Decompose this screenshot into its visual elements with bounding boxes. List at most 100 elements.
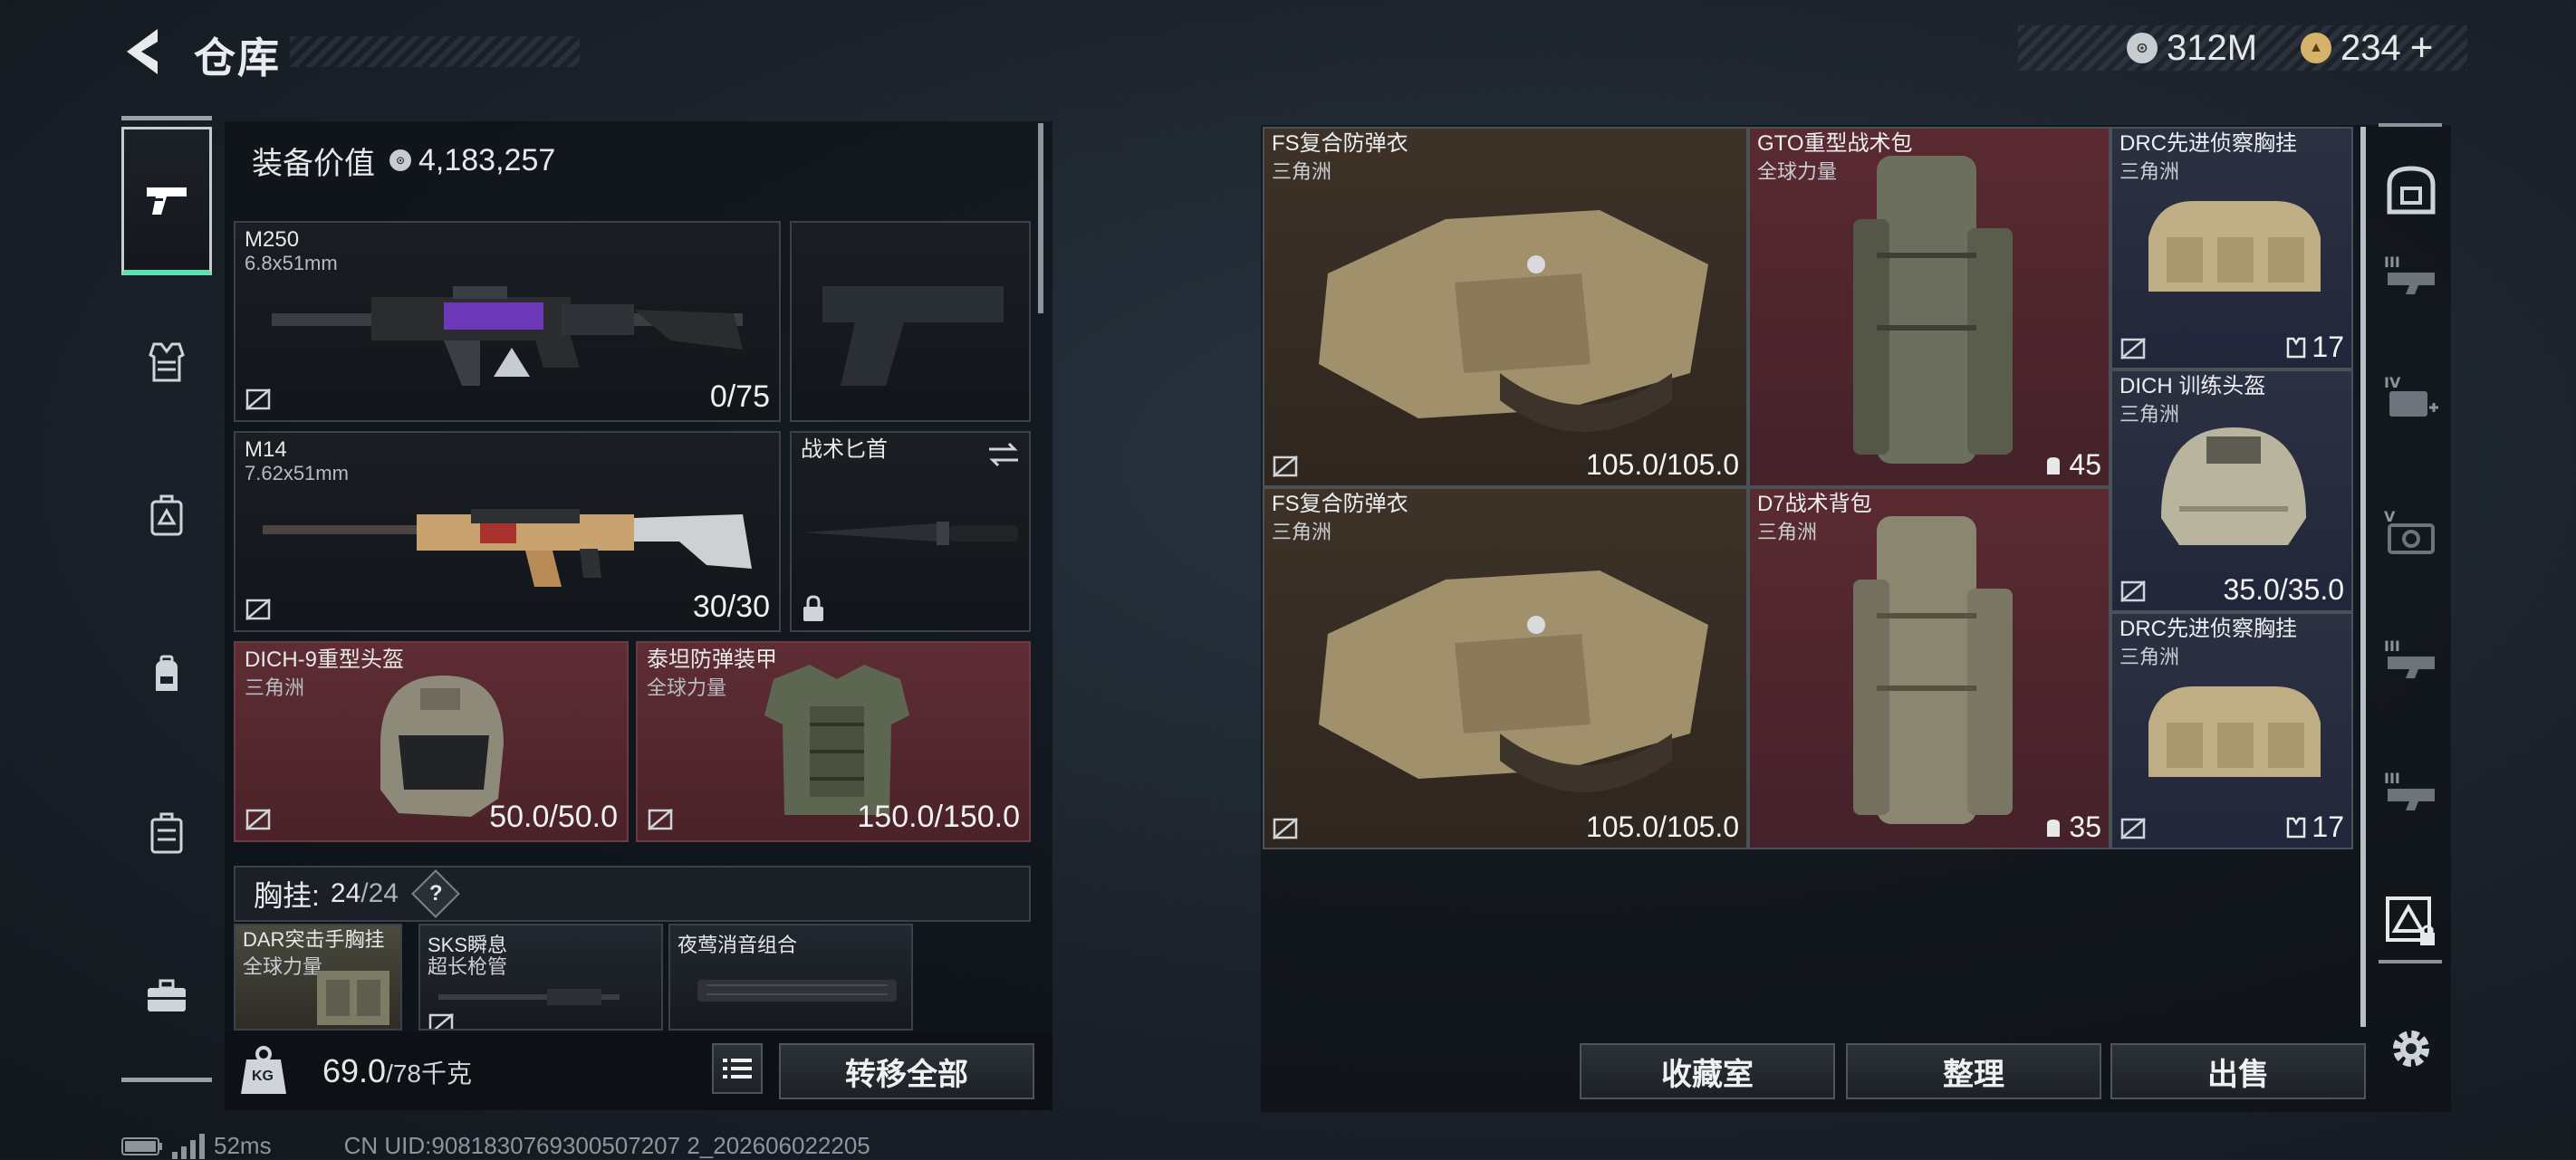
weapon-ammo: 0/75 — [709, 379, 770, 414]
loadout-scrollbar[interactable] — [1038, 123, 1043, 313]
organize-button[interactable]: 整理 — [1846, 1043, 2101, 1099]
no-insurance-icon — [648, 809, 673, 830]
storage-item[interactable]: DICH 训练头盔 三角洲 35.0/35.0 — [2110, 369, 2353, 612]
nav-locked-rack[interactable] — [2373, 884, 2449, 960]
item-slots: 17 — [2286, 810, 2344, 844]
drc-chest-rig-image — [2148, 201, 2321, 292]
help-icon[interactable]: ? — [411, 869, 460, 918]
rack-level-5-icon: V — [2384, 508, 2435, 554]
storage-item[interactable]: FS复合防弹衣 三角洲 105.0/105.0 — [1263, 487, 1748, 849]
chest-rig-label: 胸挂: — [254, 879, 320, 912]
storage-item[interactable]: DRC先进侦察胸挂 三角洲 17 — [2110, 612, 2353, 849]
svg-text:III: III — [2384, 770, 2400, 787]
currency-display: ⊙ 312M ▲ 234 + — [2018, 25, 2467, 71]
nav-toolbox[interactable] — [121, 924, 212, 1069]
nav-safe-box[interactable] — [2373, 152, 2449, 228]
rig-capacity-icon — [2287, 817, 2306, 838]
no-insurance-icon — [428, 1013, 454, 1029]
item-slots: 17 — [2286, 331, 2344, 364]
nav-rack-5[interactable]: V — [2373, 494, 2449, 570]
locked-rack-icon — [2386, 896, 2435, 945]
sell-button[interactable]: 出售 — [2110, 1043, 2366, 1099]
item-faction: 全球力量 — [1757, 160, 1838, 183]
primary-weapon-slot-1[interactable]: M250 6.8x51mm 0/75 — [234, 221, 781, 422]
item-name: DICH 训练头盔 — [2119, 374, 2266, 398]
swap-icon[interactable] — [987, 440, 1020, 469]
storage-item[interactable]: DRC先进侦察胸挂 三角洲 17 — [2110, 127, 2353, 369]
rack-level-4-icon: IV — [2384, 374, 2438, 417]
suppressor-combo-image — [697, 980, 897, 1002]
attachment-name: 夜莺消音组合 — [678, 934, 798, 956]
list-view-button[interactable] — [712, 1043, 763, 1094]
attachment-item[interactable]: SKS瞬息 超长枪管 — [418, 924, 663, 1031]
item-durability: 35.0/35.0 — [2223, 573, 2344, 606]
attachment-item[interactable]: DAR突击手胸挂 全球力量 — [234, 924, 402, 1031]
back-arrow-icon[interactable] — [121, 25, 163, 78]
svg-text:V: V — [2384, 508, 2396, 525]
armor-slot[interactable]: 泰坦防弹装甲 全球力量 150.0/150.0 — [636, 641, 1031, 842]
storage-item[interactable]: FS复合防弹衣 三角洲 105.0/105.0 — [1263, 127, 1748, 487]
left-nav-top-line — [121, 116, 212, 120]
weapon-ammo: 30/30 — [692, 590, 770, 624]
backpack-capacity-icon — [2047, 456, 2061, 475]
svg-text:III: III — [2384, 638, 2400, 655]
chest-rig-capacity: 胸挂: 24 /24 ? — [234, 866, 1031, 922]
weight-icon: KG — [239, 1043, 288, 1098]
no-insurance-icon — [2120, 338, 2146, 360]
pistol-icon — [147, 187, 187, 215]
storage-item[interactable]: D7战术背包 三角洲 35 — [1748, 487, 2110, 849]
sidearm-slot[interactable] — [790, 221, 1031, 422]
rack-level-3b-icon: III — [2384, 638, 2435, 678]
nav-rack-3[interactable]: III — [2373, 237, 2449, 313]
no-insurance-icon — [2120, 580, 2146, 602]
nav-armor[interactable] — [121, 290, 212, 435]
equipment-value: 装备价值 ⊙ 4,183,257 — [234, 127, 1031, 194]
nav-backpack[interactable] — [121, 602, 212, 747]
currency-gold-value: 234 — [2341, 27, 2401, 68]
empty-pistol-icon — [822, 286, 1004, 386]
rig-capacity-icon — [2287, 337, 2306, 358]
status-bar: 52ms CN UID:9081830769300507207 2_202606… — [121, 1132, 870, 1160]
transfer-all-button[interactable]: 转移全部 — [779, 1043, 1034, 1099]
weapon-name: M250 — [245, 227, 300, 252]
attachment-item[interactable]: 夜莺消音组合 — [668, 924, 913, 1031]
item-faction: 三角洲 — [2119, 646, 2180, 668]
heavy-helmet-image — [380, 676, 504, 817]
list-icon — [723, 1059, 752, 1079]
item-durability: 105.0/105.0 — [1585, 810, 1739, 843]
armor-durability: 150.0/150.0 — [857, 800, 1020, 834]
signal-icon — [172, 1133, 205, 1159]
primary-weapon-slot-2[interactable]: M14 7.62x51mm 30/30 — [234, 431, 781, 632]
nav-rack-3c[interactable]: III — [2373, 753, 2449, 829]
svg-text:IV: IV — [2384, 374, 2401, 391]
m14-rifle-image — [263, 509, 752, 587]
item-name: DRC先进侦察胸挂 — [2119, 131, 2297, 156]
rack-level-3c-icon: III — [2384, 770, 2435, 810]
armor-faction: 全球力量 — [647, 676, 727, 699]
dich-training-helmet-image — [2161, 427, 2306, 545]
collection-room-button[interactable]: 收藏室 — [1580, 1043, 1835, 1099]
nav-rack-3b[interactable]: III — [2373, 621, 2449, 697]
item-name: DRC先进侦察胸挂 — [2119, 617, 2297, 641]
storage-scrollbar[interactable] — [2360, 127, 2366, 1027]
settings-icon — [2393, 1031, 2429, 1067]
currency-gold[interactable]: ▲ 234 + — [2301, 25, 2433, 71]
melee-slot[interactable]: 战术匕首 — [790, 431, 1031, 632]
storage-item[interactable]: GTO重型战术包 全球力量 45 — [1748, 127, 2110, 487]
settings-button[interactable] — [2373, 1011, 2449, 1087]
no-insurance-icon — [1273, 455, 1298, 477]
vest-icon — [149, 342, 185, 382]
gto-backpack-image — [1853, 156, 2013, 464]
item-capacity: 35 — [2043, 810, 2101, 844]
nav-weapons[interactable] — [121, 127, 212, 275]
fs-body-armor-image — [1319, 570, 1708, 792]
attachment-sub: 超长枪管 — [428, 955, 508, 978]
gold-coin-icon: ▲ — [2301, 33, 2331, 63]
helmet-slot[interactable]: DICH-9重型头盔 三角洲 50.0/50.0 — [234, 641, 629, 842]
backpack-icon — [156, 655, 178, 691]
add-currency-icon[interactable]: + — [2410, 25, 2434, 71]
nav-chest-rig[interactable] — [121, 444, 212, 589]
nav-rack-4[interactable]: IV — [2373, 360, 2449, 436]
user-uid: CN UID:9081830769300507207 2_20260602220… — [343, 1132, 870, 1159]
nav-case[interactable] — [121, 761, 212, 906]
